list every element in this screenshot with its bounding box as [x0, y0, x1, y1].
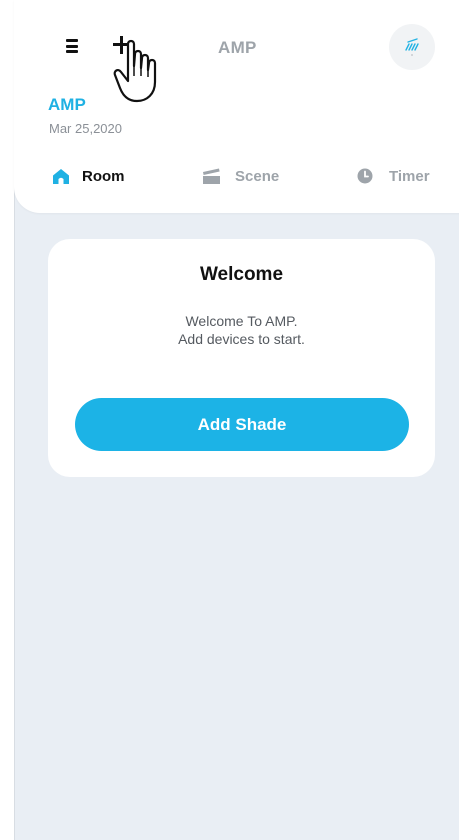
add-icon[interactable] — [112, 35, 132, 55]
tab-scene[interactable]: Scene — [202, 165, 279, 187]
tab-room-label: Room — [82, 167, 125, 185]
tab-timer[interactable]: Timer — [357, 165, 430, 187]
welcome-title: Welcome — [199, 264, 284, 285]
home-name: AMP — [48, 95, 86, 114]
menu-icon[interactable] — [66, 39, 78, 53]
tab-scene-label: Scene — [235, 167, 280, 185]
tab-timer-label: Timer — [389, 167, 430, 185]
device-logo-icon — [405, 38, 419, 56]
add-shade-button[interactable]: Add Shade — [75, 398, 409, 451]
clapperboard-icon — [203, 168, 220, 184]
home-icon — [53, 168, 69, 184]
device-button[interactable] — [389, 24, 435, 70]
welcome-message-line-1: Welcome To AMP. — [185, 313, 298, 329]
welcome-message: Welcome To AMP. Add devices to start. — [48, 312, 435, 348]
clock-icon — [357, 168, 373, 184]
tab-room[interactable]: Room — [52, 165, 125, 187]
welcome-card: Welcome Welcome To AMP. Add devices to s… — [48, 239, 435, 477]
welcome-message-line-2: Add devices to start. — [178, 331, 305, 347]
app-title: AMP — [218, 38, 257, 57]
home-date: Mar 25,2020 — [49, 121, 122, 136]
